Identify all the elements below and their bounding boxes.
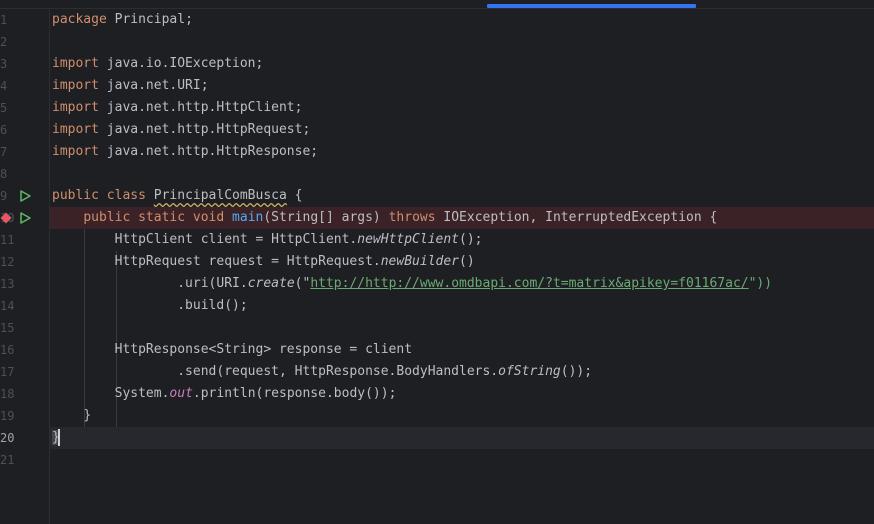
code-line-14[interactable]: .build();: [50, 295, 874, 317]
keyword: package: [52, 12, 107, 27]
code-line-11[interactable]: HttpClient client = HttpClient.newHttpCl…: [50, 229, 874, 251]
line-number: 1: [0, 13, 8, 27]
code-line-4[interactable]: import java.net.URI;: [50, 75, 874, 97]
code-line-6[interactable]: import java.net.http.HttpRequest;: [50, 119, 874, 141]
line-number: 5: [0, 101, 8, 115]
line-number: 21: [0, 453, 15, 467]
code-text: java.net.URI;: [98, 78, 209, 93]
line-number: 18: [0, 387, 15, 401]
line-number: 16: [0, 343, 15, 357]
code-text: }: [83, 408, 92, 423]
static-method: newHttpClient: [357, 232, 460, 247]
line-number: 17: [0, 365, 15, 379]
keyword: class: [106, 188, 146, 203]
keyword: public: [52, 188, 99, 203]
static-method: create: [247, 276, 295, 291]
code-text: ();: [459, 232, 483, 247]
line-number: 14: [0, 299, 15, 313]
keyword: public: [83, 210, 131, 225]
code-editor[interactable]: package Principal; import java.io.IOExce…: [50, 9, 874, 524]
keyword: void: [192, 210, 225, 225]
code-text: HttpResponse<String> response = client: [114, 342, 413, 357]
code-line-7[interactable]: import java.net.http.HttpResponse;: [50, 141, 874, 163]
code-text: (String[] args): [263, 210, 389, 225]
code-line-9[interactable]: public class PrincipalComBusca {: [50, 185, 874, 207]
class-name: PrincipalComBusca: [153, 188, 287, 203]
line-number: 11: [0, 233, 15, 247]
breakpoint-icon[interactable]: [0, 207, 12, 229]
code-text: .send(request, HttpResponse.BodyHandlers…: [177, 364, 499, 379]
static-method: newBuilder: [380, 254, 460, 269]
code-text: {: [286, 188, 303, 203]
code-line-5[interactable]: import java.net.http.HttpClient;: [50, 97, 874, 119]
text-caret: [57, 429, 60, 446]
code-text: .uri(URI.: [177, 276, 248, 291]
keyword: throws: [388, 210, 436, 225]
code-line-20-current[interactable]: }: [50, 427, 874, 449]
method-name: main: [232, 210, 264, 225]
static-method: ofString: [498, 364, 561, 379]
code-text: IOException, InterruptedException {: [435, 210, 718, 225]
code-line-1[interactable]: package Principal;: [50, 9, 874, 31]
code-line-16[interactable]: HttpResponse<String> response = client: [50, 339, 874, 361]
code-text: .build();: [177, 298, 248, 313]
code-text: Principal;: [106, 12, 193, 27]
keyword: import: [52, 144, 99, 159]
code-line-10[interactable]: public static void main(String[] args) t…: [50, 207, 874, 229]
tab-scroll-indicator[interactable]: [487, 4, 696, 8]
line-number: 15: [0, 321, 15, 335]
code-line-17[interactable]: .send(request, HttpResponse.BodyHandlers…: [50, 361, 874, 383]
keyword: import: [52, 100, 99, 115]
code-line-13[interactable]: .uri(URI.create("http://http://www.omdba…: [50, 273, 874, 295]
code-text: System.: [114, 386, 170, 401]
line-number: 2: [0, 35, 8, 49]
code-text: (): [459, 254, 475, 269]
code-line-18[interactable]: System.out.println(response.body());: [50, 383, 874, 405]
line-number: 4: [0, 79, 8, 93]
line-number: 13: [0, 277, 15, 291]
line-number-active: 20: [0, 431, 15, 445]
line-number: 12: [0, 255, 15, 269]
line-number: 19: [0, 409, 15, 423]
line-number-gutter[interactable]: 1 2 3 4 5 6 7 8 9 10 11 12 13 14 15 16 1…: [0, 9, 50, 524]
line-number: 7: [0, 145, 8, 159]
keyword: import: [52, 56, 99, 71]
keyword: import: [52, 122, 99, 137]
run-gutter-icon[interactable]: [19, 185, 31, 207]
static-field: out: [169, 386, 193, 401]
line-number: 6: [0, 123, 8, 137]
code-line-12[interactable]: HttpRequest request = HttpRequest.newBui…: [50, 251, 874, 273]
code-line-3[interactable]: import java.io.IOException;: [50, 53, 874, 75]
code-line-19[interactable]: }: [50, 405, 874, 427]
code-text: (": [294, 276, 311, 291]
editor-top-bar: [0, 0, 874, 9]
line-number: 9: [0, 189, 8, 203]
line-number: 3: [0, 57, 8, 71]
code-text: .println(response.body());: [192, 386, 397, 401]
keyword: import: [52, 78, 99, 93]
code-text: java.net.http.HttpRequest;: [98, 122, 311, 137]
code-text: java.io.IOException;: [98, 56, 264, 71]
url-link[interactable]: http://http://www.omdbapi.com/?t=matrix&…: [310, 276, 748, 291]
code-text: ")): [748, 276, 773, 291]
code-text: HttpClient client = HttpClient.: [114, 232, 358, 247]
code-text: java.net.http.HttpClient;: [98, 100, 303, 115]
code-text: java.net.http.HttpResponse;: [98, 144, 319, 159]
keyword: static: [138, 210, 186, 225]
line-number: 8: [0, 167, 8, 181]
code-text: HttpRequest request = HttpRequest.: [114, 254, 381, 269]
run-gutter-icon[interactable]: [19, 207, 31, 229]
code-text: ());: [560, 364, 593, 379]
